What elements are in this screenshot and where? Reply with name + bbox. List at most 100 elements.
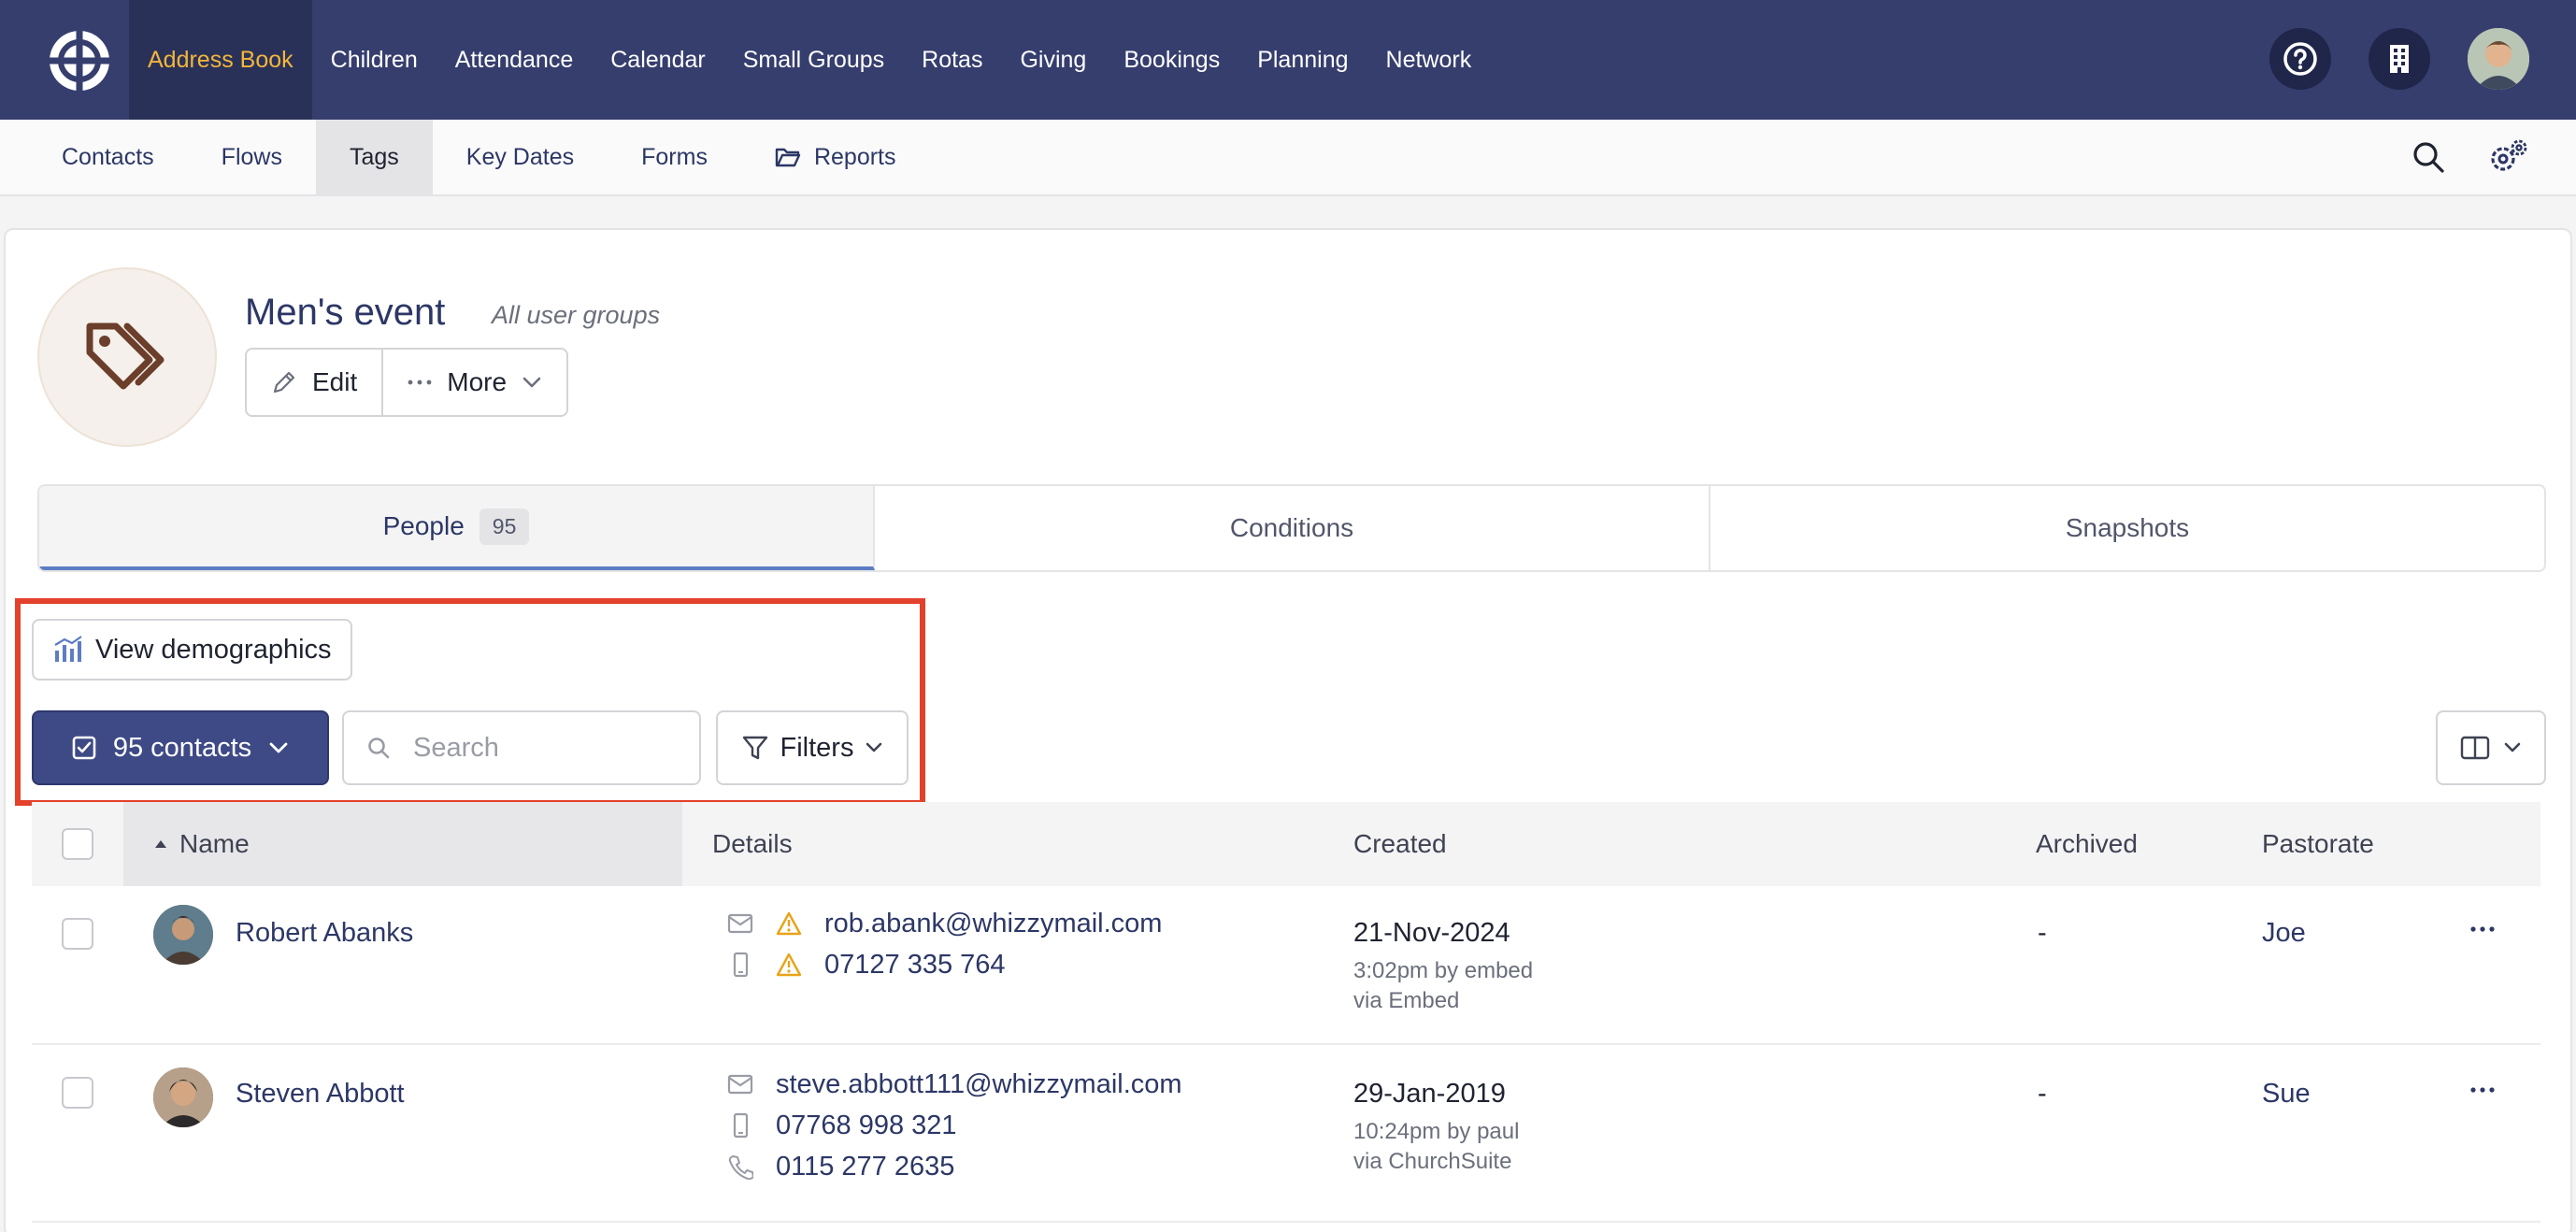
subnav-forms[interactable]: Forms (608, 120, 741, 194)
contact-details: rob.abank@whizzymail.com 07127 335 764 (727, 903, 1162, 985)
user-avatar[interactable] (2468, 28, 2529, 90)
phone-icon (728, 1155, 753, 1180)
user-groups-label: All user groups (492, 301, 661, 329)
warning-icon (776, 953, 802, 977)
contact-mobile-link[interactable]: 07768 998 321 (776, 1110, 957, 1141)
organisation-button[interactable] (2368, 28, 2430, 90)
top-navigation: Address Book Children Attendance Calenda… (0, 0, 2576, 120)
settings-icon (2491, 139, 2527, 171)
pencil-icon (273, 371, 295, 394)
nav-network[interactable]: Network (1367, 0, 1491, 120)
search-button[interactable] (2408, 136, 2449, 178)
created-via: via Embed (1353, 988, 1460, 1013)
tab-snapshots[interactable]: Snapshots (1710, 486, 2544, 570)
subnav-contacts[interactable]: Contacts (28, 120, 188, 194)
nav-giving[interactable]: Giving (1001, 0, 1105, 120)
tag-tabs: People 95 Conditions Snapshots (37, 484, 2546, 572)
table-row: Robert Abanks rob.abank@whizzymail.com 0… (32, 886, 2540, 1045)
mobile-icon (733, 1112, 749, 1139)
highlight-annotation (15, 598, 925, 806)
help-button[interactable] (2269, 28, 2331, 90)
settings-button[interactable] (2488, 136, 2529, 178)
tag-icon (86, 322, 165, 390)
row-actions-button[interactable] (2469, 1069, 2496, 1101)
archived-cell: - (2038, 918, 2047, 948)
table-row: Steven Abbott steve.abbott111@whizzymail… (32, 1045, 2540, 1223)
tab-conditions-label: Conditions (1229, 513, 1354, 542)
pastorate-column-header[interactable]: Pastorate (2262, 802, 2374, 886)
nav-bookings[interactable]: Bookings (1105, 0, 1238, 120)
table-header: Name Details Created Archived Pastorate (32, 802, 2540, 886)
archived-column-header[interactable]: Archived (2036, 802, 2138, 886)
subnav-tags[interactable]: Tags (315, 120, 433, 194)
logo-icon[interactable] (47, 28, 112, 93)
folder-icon (775, 148, 801, 167)
row-actions-button[interactable] (2469, 909, 2496, 940)
created-cell: 29-Jan-2019 10:24pm by paul via ChurchSu… (1353, 1079, 1519, 1177)
row-checkbox[interactable] (62, 1077, 93, 1109)
avatar (153, 1067, 213, 1127)
nav-small-groups[interactable]: Small Groups (724, 0, 903, 120)
nav-rotas[interactable]: Rotas (903, 0, 1001, 120)
nav-right-actions (2269, 28, 2529, 90)
sort-ascending-icon (155, 840, 166, 848)
details-column-header: Details (712, 829, 793, 858)
columns-toggle-button[interactable] (2436, 710, 2546, 785)
name-header-label: Name (179, 829, 250, 858)
chevron-down-icon (522, 377, 541, 388)
nav-planning[interactable]: Planning (1238, 0, 1367, 120)
archived-cell: - (2038, 1079, 2047, 1109)
created-by: 3:02pm by embed (1353, 958, 1534, 983)
created-column-header[interactable]: Created (1353, 802, 1447, 886)
select-all-cell (32, 802, 123, 886)
pastorate-link[interactable]: Joe (2262, 918, 2306, 949)
select-all-checkbox[interactable] (62, 828, 93, 860)
contact-name-link[interactable]: Steven Abbott (236, 1079, 405, 1110)
contact-email-link[interactable]: rob.abank@whizzymail.com (824, 909, 1162, 939)
edit-label: Edit (312, 367, 358, 396)
main-menu: Address Book Children Attendance Calenda… (129, 0, 1490, 120)
pastorate-link[interactable]: Sue (2262, 1079, 2311, 1110)
page-title: Men's event (245, 292, 446, 333)
nav-calendar[interactable]: Calendar (592, 0, 723, 120)
tag-actions: Edit More (245, 348, 569, 417)
help-icon (2283, 42, 2317, 76)
subnav-right-actions (2408, 136, 2529, 178)
contact-details: steve.abbott111@whizzymail.com 07768 998… (727, 1064, 1182, 1187)
tag-avatar (37, 267, 217, 447)
subnav-flows[interactable]: Flows (188, 120, 316, 194)
tab-conditions[interactable]: Conditions (875, 486, 1710, 570)
nav-address-book[interactable]: Address Book (129, 0, 312, 120)
contact-phone-link[interactable]: 0115 277 2635 (776, 1152, 954, 1182)
subnav-reports[interactable]: Reports (741, 120, 930, 194)
contact-email-link[interactable]: steve.abbott111@whizzymail.com (776, 1069, 1182, 1100)
edit-button[interactable]: Edit (247, 350, 381, 415)
tab-people-label: People (382, 511, 465, 540)
nav-attendance[interactable]: Attendance (436, 0, 593, 120)
mobile-icon (733, 952, 749, 978)
sub-navigation: Contacts Flows Tags Key Dates Forms Repo… (0, 120, 2576, 196)
sub-menu: Contacts Flows Tags Key Dates Forms Repo… (28, 120, 930, 194)
email-icon (727, 913, 753, 934)
subnav-key-dates[interactable]: Key Dates (433, 120, 608, 194)
ellipsis-icon (408, 380, 432, 385)
contact-mobile-link[interactable]: 07127 335 764 (824, 950, 1006, 981)
created-via: via ChurchSuite (1353, 1149, 1512, 1174)
subnav-reports-label: Reports (813, 143, 896, 170)
created-by: 10:24pm by paul (1353, 1119, 1520, 1144)
tab-people[interactable]: People 95 (39, 486, 875, 570)
more-label: More (447, 367, 508, 396)
created-cell: 21-Nov-2024 3:02pm by embed via Embed (1353, 918, 1533, 1016)
ellipsis-icon (2470, 926, 2495, 932)
name-column-header[interactable]: Name (123, 802, 682, 886)
tab-snapshots-label: Snapshots (2065, 513, 2190, 542)
created-date: 29-Jan-2019 (1353, 1079, 1506, 1109)
search-icon (2413, 142, 2444, 173)
more-button[interactable]: More (381, 350, 566, 415)
people-count-badge: 95 (479, 508, 530, 545)
row-checkbox[interactable] (62, 918, 93, 950)
avatar (153, 905, 213, 965)
chevron-down-icon (2504, 742, 2521, 752)
contact-name-link[interactable]: Robert Abanks (236, 918, 413, 949)
nav-children[interactable]: Children (312, 0, 436, 120)
